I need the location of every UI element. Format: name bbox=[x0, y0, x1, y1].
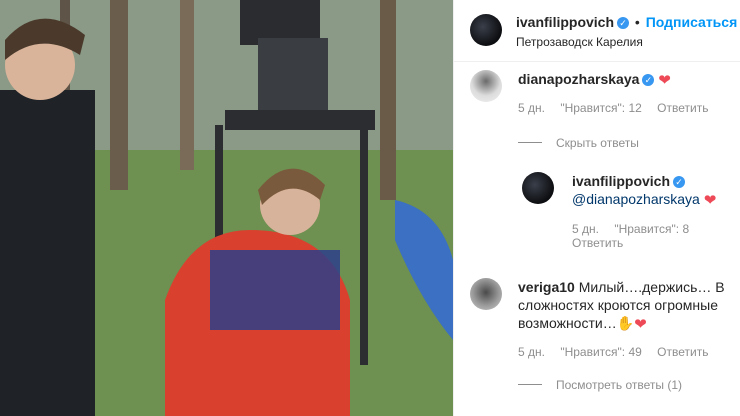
comment-text-line1: Милый….держись… В bbox=[578, 279, 725, 295]
reply-button[interactable]: Ответить bbox=[657, 345, 708, 359]
verified-badge-icon: ✓ bbox=[617, 17, 630, 29]
reply-mention[interactable]: @dianapozharskaya bbox=[572, 191, 700, 207]
reply-text: @dianapozharskaya ❤ bbox=[572, 190, 716, 210]
author-username[interactable]: ivanfilippovich ✓ • Подписаться bbox=[516, 14, 737, 30]
comment-likes[interactable]: "Нравится": 49 bbox=[560, 345, 642, 359]
comment-text: veriga10 Милый….держись… В сложностях кр… bbox=[518, 278, 733, 334]
follow-separator: • bbox=[634, 14, 640, 30]
film-set-illustration bbox=[0, 0, 453, 416]
comment-meta: 5 дн. "Нравится": 12 Ответить bbox=[518, 101, 720, 115]
commenter-avatar[interactable] bbox=[470, 278, 502, 310]
hide-replies-label[interactable]: Скрыть ответы bbox=[556, 136, 639, 150]
raised-hand-icon: ✋ bbox=[616, 315, 635, 331]
view-replies-button[interactable]: Посмотреть ответы (1) bbox=[518, 378, 682, 392]
comment-username[interactable]: veriga10 bbox=[518, 279, 575, 295]
comment-meta: 5 дн. "Нравится": 49 Ответить bbox=[518, 345, 720, 359]
reply-likes[interactable]: "Нравится": 8 bbox=[614, 222, 689, 236]
reply-username[interactable]: ivanfilippovich ✓ bbox=[572, 173, 686, 189]
post-photo[interactable] bbox=[0, 0, 453, 416]
comment-text-line2: сложностях кроются огромные bbox=[518, 297, 719, 313]
reply-reply-row: Ответить bbox=[572, 236, 635, 250]
post-header: ivanfilippovich ✓ • Подписаться Петрозаво… bbox=[454, 0, 740, 62]
author-username-text[interactable]: ivanfilippovich bbox=[516, 14, 614, 30]
comments-panel: ivanfilippovich ✓ • Подписаться Петрозаво… bbox=[453, 0, 740, 416]
comment-likes[interactable]: "Нравится": 12 bbox=[560, 101, 642, 115]
replies-dash bbox=[518, 142, 542, 143]
follow-button[interactable]: Подписаться bbox=[646, 14, 738, 30]
heart-icon: ❤ bbox=[658, 72, 671, 89]
reply-avatar[interactable] bbox=[522, 172, 554, 204]
heart-icon: ❤ bbox=[703, 192, 717, 209]
author-avatar[interactable] bbox=[470, 14, 502, 46]
verified-badge-icon: ✓ bbox=[642, 74, 655, 86]
post-location[interactable]: Петрозаводск Карелия bbox=[516, 33, 643, 51]
comment-username-text[interactable]: dianapozharskaya bbox=[518, 71, 639, 87]
view-replies-label[interactable]: Посмотреть ответы (1) bbox=[556, 378, 682, 392]
comment-username[interactable]: dianapozharskaya ✓ ❤ bbox=[518, 71, 671, 89]
replies-dash bbox=[518, 384, 542, 385]
comment-time[interactable]: 5 дн. bbox=[518, 345, 545, 359]
commenter-avatar[interactable] bbox=[470, 70, 502, 102]
reply-button[interactable]: Ответить bbox=[572, 236, 623, 250]
comment-time[interactable]: 5 дн. bbox=[518, 101, 545, 115]
hide-replies-button[interactable]: Скрыть ответы bbox=[518, 136, 639, 150]
reply-time[interactable]: 5 дн. bbox=[572, 222, 599, 236]
verified-badge-icon: ✓ bbox=[673, 176, 686, 188]
reply-meta: 5 дн. "Нравится": 8 bbox=[572, 222, 701, 236]
heart-icon: ❤ bbox=[634, 316, 647, 333]
comment-text-line3: возможности… bbox=[518, 315, 617, 331]
reply-button[interactable]: Ответить bbox=[657, 101, 708, 115]
reply-username-text[interactable]: ivanfilippovich bbox=[572, 173, 670, 189]
